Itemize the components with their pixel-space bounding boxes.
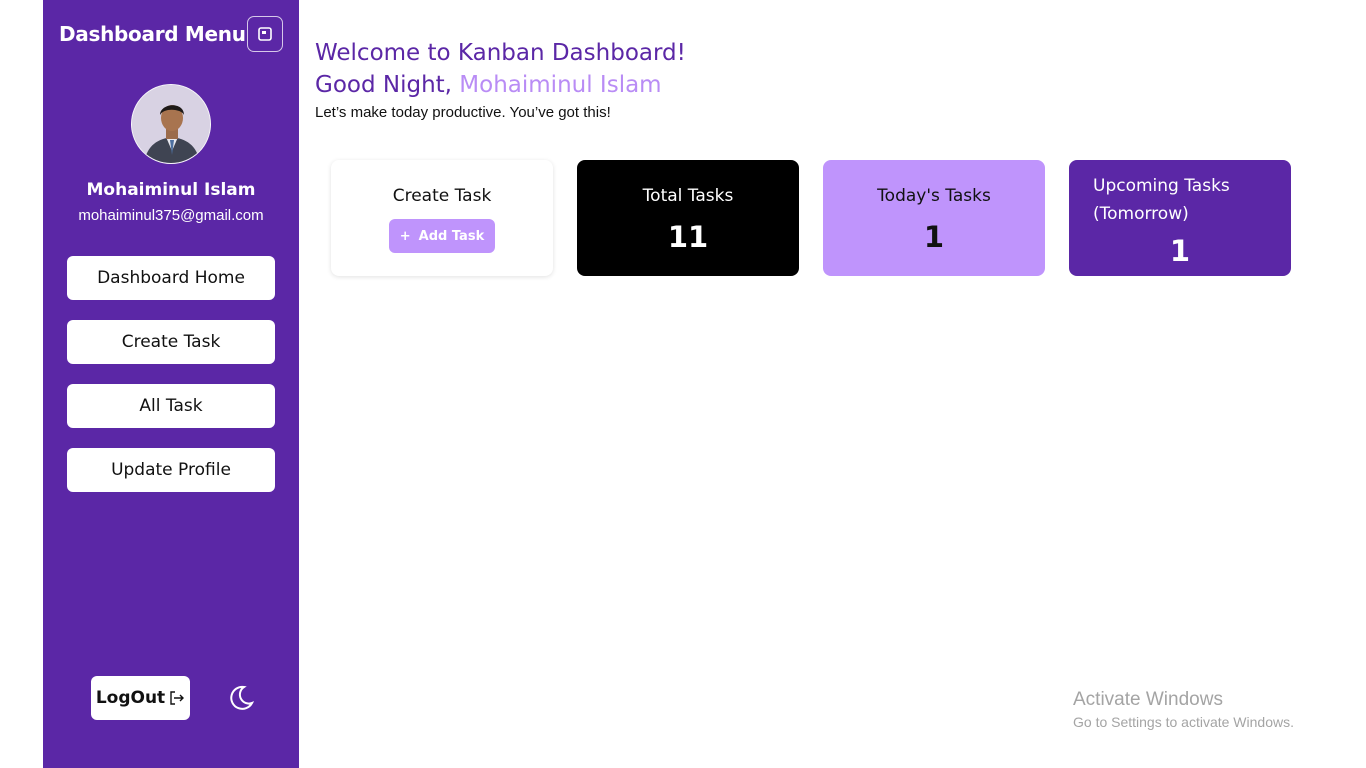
create-task-card: Create Task + Add Task <box>331 160 553 276</box>
moon-icon <box>230 685 255 710</box>
upcoming-tasks-title: Upcoming Tasks (Tomorrow) <box>1093 176 1230 224</box>
user-name: Mohaiminul Islam <box>86 180 256 200</box>
nav-dashboard-home-button[interactable]: Dashboard Home <box>67 256 275 300</box>
plus-icon: + <box>399 228 411 244</box>
nav-update-profile-button[interactable]: Update Profile <box>67 448 275 492</box>
activate-windows-title: Activate Windows <box>1073 689 1223 710</box>
sidebar: Dashboard Menu Mohaiminul Islam mohaimin… <box>43 0 299 768</box>
motivation-text: Let’s make today productive. You’ve got … <box>315 104 611 121</box>
avatar <box>131 84 211 164</box>
todays-tasks-count: 1 <box>923 220 945 254</box>
logout-button[interactable]: LogOut <box>91 676 190 720</box>
add-task-label: Add Task <box>418 228 485 244</box>
upcoming-tasks-count: 1 <box>1169 234 1191 268</box>
welcome-heading: Welcome to Kanban Dashboard! <box>315 40 686 66</box>
sidebar-title: Dashboard Menu <box>59 22 246 46</box>
todays-tasks-title: Today's Tasks <box>877 186 991 206</box>
upcoming-tasks-card: Upcoming Tasks (Tomorrow) 1 <box>1069 160 1291 276</box>
add-task-button[interactable]: + Add Task <box>389 219 495 253</box>
total-tasks-count: 11 <box>667 220 709 254</box>
sidebar-toggle-button[interactable] <box>247 16 283 52</box>
todays-tasks-card: Today's Tasks 1 <box>823 160 1045 276</box>
theme-toggle-button[interactable] <box>227 684 255 712</box>
greeting-prefix: Good Night, <box>315 72 452 98</box>
create-task-card-title: Create Task <box>392 186 492 206</box>
total-tasks-title: Total Tasks <box>642 186 734 206</box>
nav-create-task-button[interactable]: Create Task <box>67 320 275 364</box>
logout-label: LogOut <box>95 688 166 708</box>
activate-windows-subtitle: Go to Settings to activate Windows. <box>1073 714 1294 730</box>
greeting: Good Night, Mohaiminul Islam <box>315 72 662 98</box>
logout-arrow-icon <box>170 691 185 705</box>
nav-all-task-button[interactable]: All Task <box>67 384 275 428</box>
sidebar-collapse-icon <box>258 27 272 41</box>
greeting-user-name: Mohaiminul Islam <box>459 72 662 98</box>
user-email: mohaiminul375@gmail.com <box>78 207 264 224</box>
total-tasks-card: Total Tasks 11 <box>577 160 799 276</box>
